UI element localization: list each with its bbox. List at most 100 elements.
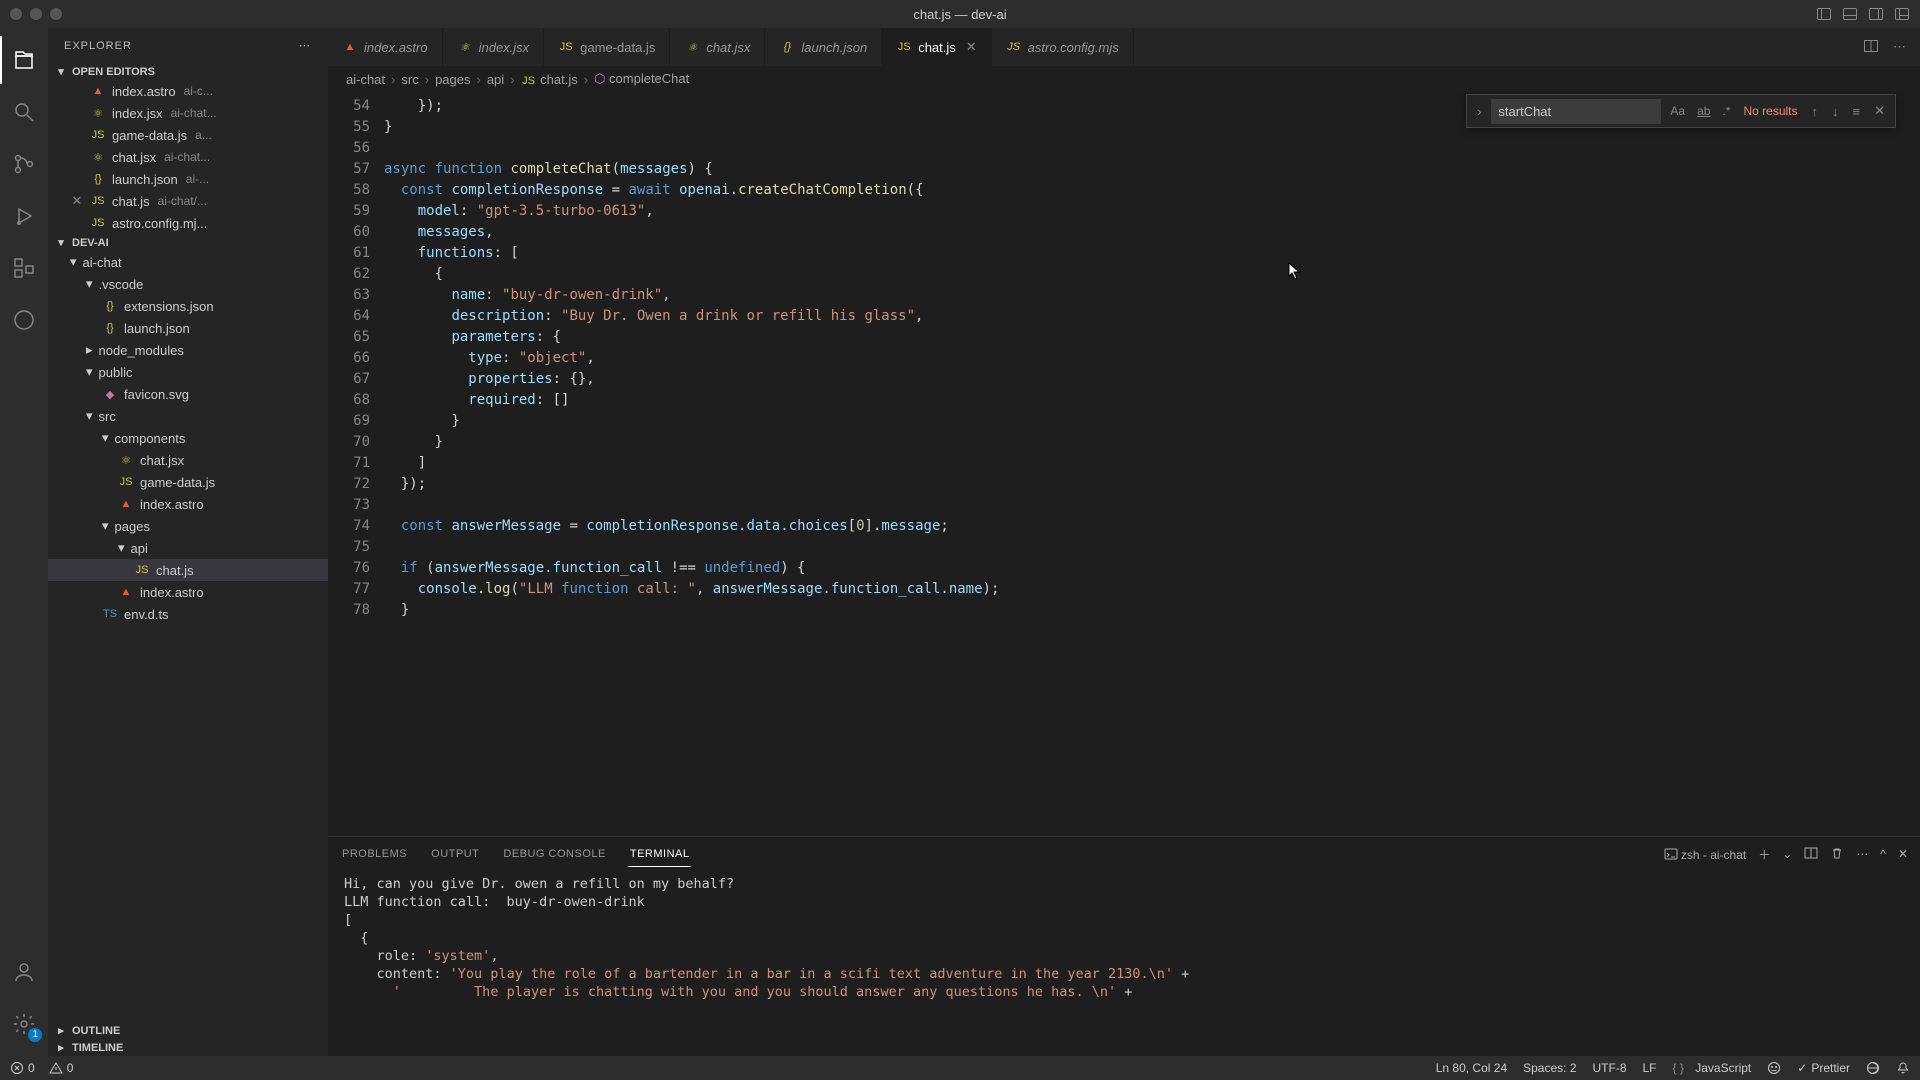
tree-item[interactable]: ▾components	[48, 427, 328, 449]
explorer-more-icon[interactable]: ⋯	[299, 39, 312, 52]
editor-tab[interactable]: ⚛index.jsx	[443, 28, 545, 66]
find-prev-icon[interactable]: ↑	[1808, 104, 1823, 119]
tree-item[interactable]: ▲index.astro	[48, 493, 328, 515]
close-panel-icon[interactable]: ✕	[1898, 847, 1908, 861]
split-editor-icon[interactable]	[1863, 38, 1879, 57]
split-terminal-icon[interactable]	[1804, 846, 1818, 863]
editor-tab[interactable]: ⚛chat.jsx	[670, 28, 765, 66]
find-widget: › Aa ab .* No results ↑ ↓ ≡ ✕	[1466, 94, 1896, 128]
tree-item[interactable]: JSchat.js	[48, 559, 328, 581]
open-editor-item[interactable]: JSgame-data.js a...	[48, 124, 328, 146]
open-editor-item[interactable]: {}launch.json ai-...	[48, 168, 328, 190]
kill-terminal-icon[interactable]	[1830, 846, 1844, 863]
new-terminal-icon[interactable]: ＋	[1758, 846, 1770, 863]
panel-right-icon[interactable]	[1868, 6, 1884, 22]
match-word-toggle[interactable]: ab	[1694, 102, 1713, 120]
tree-item[interactable]: ▸node_modules	[48, 339, 328, 361]
output-tab[interactable]: OUTPUT	[429, 842, 481, 866]
tree-item[interactable]: ▾.vscode	[48, 273, 328, 295]
problems-tab[interactable]: PROBLEMS	[340, 842, 409, 866]
terminal-tab[interactable]: TERMINAL	[628, 842, 692, 867]
tree-item[interactable]: ◆favicon.svg	[48, 383, 328, 405]
maximize-panel-icon[interactable]: ^	[1880, 847, 1886, 861]
editor-tab[interactable]: JSastro.config.mjs	[992, 28, 1134, 66]
outline-header[interactable]: ▸OUTLINE	[48, 1022, 328, 1039]
open-editor-item[interactable]: ▲index.astro ai-c...	[48, 80, 328, 102]
layout-icon[interactable]	[1894, 6, 1910, 22]
tree-item[interactable]: {}extensions.json	[48, 295, 328, 317]
breadcrumb-item[interactable]: JS chat.js	[521, 72, 578, 87]
timeline-header[interactable]: ▸TIMELINE	[48, 1039, 328, 1056]
encoding[interactable]: UTF-8	[1593, 1061, 1627, 1075]
prettier-status[interactable]: ✓ Prettier	[1797, 1061, 1850, 1075]
find-input[interactable]	[1491, 99, 1661, 124]
editor-tab[interactable]: ▲index.astro	[328, 28, 443, 66]
run-debug-icon[interactable]	[0, 192, 48, 240]
settings-gear-icon[interactable]: 1	[0, 1000, 48, 1048]
eol[interactable]: LF	[1643, 1061, 1657, 1075]
tree-item[interactable]: ▾api	[48, 537, 328, 559]
find-expand-icon[interactable]: ›	[1473, 104, 1485, 119]
panel-bottom-icon[interactable]	[1842, 6, 1858, 22]
cursor-position[interactable]: Ln 80, Col 24	[1436, 1061, 1507, 1075]
open-editor-item[interactable]: JSastro.config.mj...	[48, 212, 328, 234]
breadcrumb-item[interactable]: api	[487, 72, 504, 87]
status-warnings[interactable]: 0	[49, 1061, 74, 1075]
regex-toggle[interactable]: .*	[1719, 102, 1733, 120]
terminal-content[interactable]: Hi, can you give Dr. owen a refill on my…	[328, 871, 1920, 1056]
open-editor-item[interactable]: ✕ JSchat.js ai-chat/...	[48, 190, 328, 212]
tree-item[interactable]: TSenv.d.ts	[48, 603, 328, 625]
tree-item[interactable]: ▾public	[48, 361, 328, 383]
open-editor-item[interactable]: ⚛index.jsx ai-chat...	[48, 102, 328, 124]
match-case-toggle[interactable]: Aa	[1667, 102, 1688, 120]
open-editors-header[interactable]: ▾OPEN EDITORS	[48, 63, 328, 80]
find-close-icon[interactable]: ✕	[1870, 103, 1889, 119]
tree-item[interactable]: {}launch.json	[48, 317, 328, 339]
source-control-icon[interactable]	[0, 140, 48, 188]
tree-item[interactable]: ▾pages	[48, 515, 328, 537]
accounts-icon[interactable]	[0, 948, 48, 996]
panel-left-icon[interactable]	[1816, 6, 1832, 22]
editor-tab[interactable]: {}launch.json	[765, 28, 882, 66]
debug-console-tab[interactable]: DEBUG CONSOLE	[501, 842, 607, 866]
notifications-icon[interactable]	[1896, 1061, 1910, 1075]
terminal-dropdown-icon[interactable]: ⌄	[1782, 847, 1792, 861]
extensions-icon[interactable]	[0, 244, 48, 292]
tree-item[interactable]: ▾src	[48, 405, 328, 427]
chevron-icon: ▸	[86, 342, 93, 358]
tree-item[interactable]: ▲index.astro	[48, 581, 328, 603]
find-next-icon[interactable]: ↓	[1828, 104, 1843, 119]
tree-item[interactable]: ⚛chat.jsx	[48, 449, 328, 471]
close-tab-icon[interactable]: ✕	[966, 39, 977, 55]
search-view-icon[interactable]	[0, 88, 48, 136]
breadcrumb-item[interactable]: ai-chat	[346, 72, 385, 87]
open-editor-item[interactable]: ⚛chat.jsx ai-chat...	[48, 146, 328, 168]
find-selection-icon[interactable]: ≡	[1849, 104, 1865, 119]
remote-icon[interactable]	[0, 296, 48, 344]
file-tree: ▾ai-chat▾.vscode{}extensions.json{}launc…	[48, 251, 328, 1022]
window-controls[interactable]	[10, 8, 62, 20]
shell-label[interactable]: zsh - ai-chat	[1664, 847, 1747, 862]
code-content[interactable]: }); } async function completeChat(messag…	[384, 92, 1920, 836]
feedback-icon[interactable]	[1767, 1061, 1781, 1075]
live-share-icon[interactable]	[1866, 1061, 1880, 1075]
indentation[interactable]: Spaces: 2	[1523, 1061, 1576, 1075]
workspace-header[interactable]: ▾DEV-AI	[48, 234, 328, 251]
explorer-view-icon[interactable]	[0, 36, 48, 84]
terminal-more-icon[interactable]: ⋯	[1856, 847, 1868, 861]
code-editor[interactable]: 54 55 56 57 58 59 60 61 62 63 64 65 66 6…	[328, 92, 1920, 836]
tree-item[interactable]: JSgame-data.js	[48, 471, 328, 493]
breadcrumbs[interactable]: ai-chat›src›pages›api›JS chat.js›⬡ compl…	[328, 66, 1920, 92]
editor-tab[interactable]: JSgame-data.js	[544, 28, 670, 66]
breadcrumb-item[interactable]: ⬡ completeChat	[594, 71, 689, 87]
language-mode[interactable]: { } JavaScript	[1673, 1061, 1752, 1075]
close-editor-icon[interactable]: ✕	[70, 193, 84, 209]
breadcrumb-item[interactable]: src	[401, 72, 418, 87]
status-errors[interactable]: 0	[10, 1061, 35, 1075]
breadcrumb-item[interactable]: pages	[435, 72, 470, 87]
more-actions-icon[interactable]: ⋯	[1893, 39, 1906, 55]
tree-item[interactable]: ▾ai-chat	[48, 251, 328, 273]
layout-controls[interactable]	[1816, 6, 1910, 22]
editor-tab[interactable]: JSchat.js✕	[882, 28, 991, 66]
jsx-file-icon: ⚛	[684, 41, 700, 54]
